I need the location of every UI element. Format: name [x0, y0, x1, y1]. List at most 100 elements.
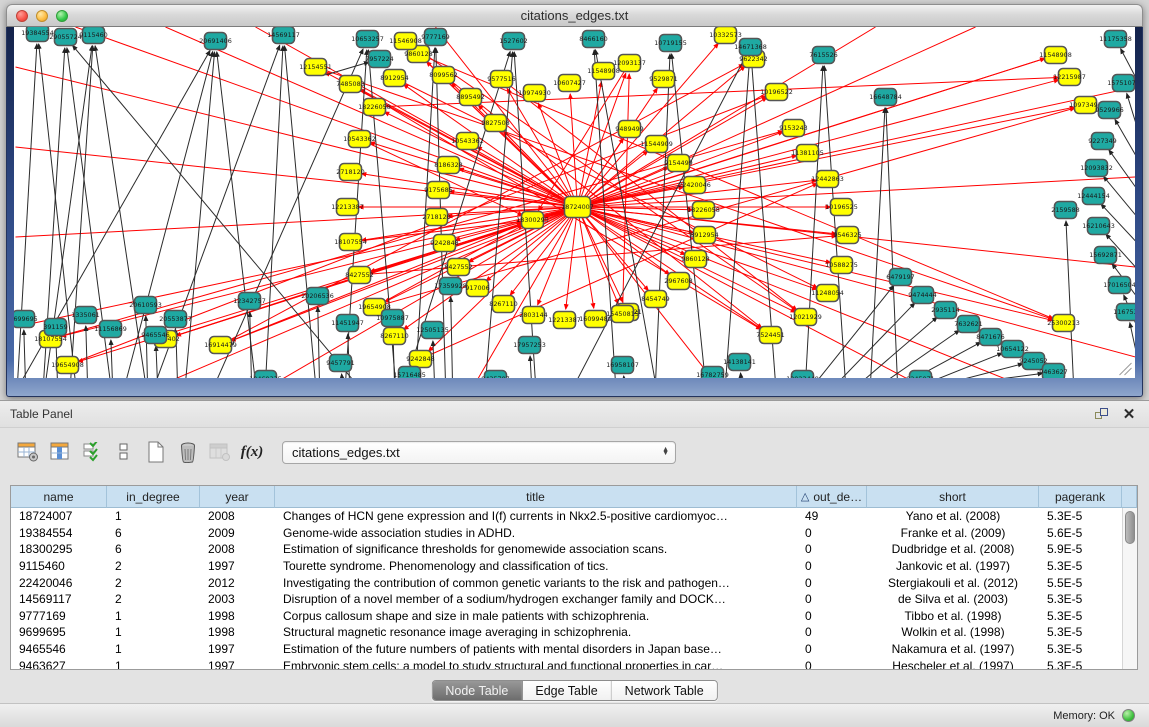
graph-node[interactable]: 14569117 — [267, 27, 300, 44]
graph-node-selected[interactable]: 8454749 — [641, 291, 669, 308]
network-window-titlebar[interactable]: citations_edges.txt — [6, 4, 1143, 27]
cell-title[interactable]: Corpus callosum shape and size in male p… — [275, 608, 797, 625]
cell-pagerank[interactable]: 5.3E-5 — [1039, 641, 1122, 658]
cell-title[interactable]: Disruption of a novel member of a sodium… — [275, 591, 797, 608]
unselect-all-columns-button[interactable] — [108, 437, 140, 467]
graph-node[interactable]: 20206536 — [301, 288, 334, 305]
cell-year[interactable]: 2012 — [200, 574, 275, 591]
graph-node[interactable]: 17016504 — [1103, 277, 1135, 294]
memory-status-icon[interactable] — [1122, 709, 1135, 722]
column-header-name[interactable]: name — [11, 486, 107, 508]
cell-title[interactable]: Embryonic stem cells: a model to study s… — [275, 657, 797, 670]
graph-node[interactable]: 9463627 — [1039, 364, 1067, 379]
cell-year[interactable]: 1997 — [200, 558, 275, 575]
cell-year[interactable]: 2008 — [200, 541, 275, 558]
graph-node-selected[interactable]: 15450815 — [606, 306, 639, 323]
graph-node-selected[interactable]: 9860128 — [681, 251, 709, 268]
column-header-out_de[interactable]: △out_de… — [797, 486, 867, 508]
graph-node[interactable]: 20553877 — [159, 311, 192, 328]
cell-title[interactable]: Estimation of the future numbers of pati… — [275, 641, 797, 658]
cell-pagerank[interactable]: 5.3E-5 — [1039, 624, 1122, 641]
graph-node-selected[interactable]: 12021929 — [789, 309, 822, 326]
cell-out_de[interactable]: 49 — [797, 508, 867, 525]
table-header-row[interactable]: namein_degreeyeartitle△out_de…shortpager… — [11, 486, 1137, 508]
graph-node[interactable]: 11175358 — [1099, 31, 1132, 48]
graph-node[interactable]: 391159 — [43, 319, 67, 336]
graph-node-selected[interactable]: 25300213 — [1047, 315, 1080, 332]
graph-node[interactable]: 11451947 — [331, 315, 364, 332]
cell-title[interactable]: Estimation of significance thresholds fo… — [275, 541, 797, 558]
graph-node[interactable]: 29055724 — [49, 29, 82, 46]
graph-node-selected[interactable]: 11548908 — [1039, 47, 1072, 64]
graph-node-selected[interactable]: 18724007 — [561, 197, 594, 218]
cell-title[interactable]: Structural magnetic resonance image aver… — [275, 624, 797, 641]
graph-node[interactable]: 15751074 — [1107, 75, 1135, 92]
graph-node[interactable]: 7632621 — [954, 316, 982, 333]
cell-in_degree[interactable]: 2 — [107, 558, 200, 575]
graph-node[interactable]: 2935114 — [931, 302, 959, 319]
graph-node-selected[interactable]: 12154551 — [299, 59, 332, 76]
network-canvas[interactable]: 1872400718300295982750810543362818632891… — [14, 27, 1135, 378]
cell-year[interactable]: 2003 — [200, 591, 275, 608]
graph-node[interactable]: 2159588 — [1051, 202, 1079, 219]
cell-year[interactable]: 2008 — [200, 508, 275, 525]
cell-title[interactable]: Tourette syndrome. Phenomenology and cla… — [275, 558, 797, 575]
table-row[interactable]: 2242004622012Investigating the contribut… — [11, 574, 1137, 591]
cell-name[interactable]: 9115460 — [11, 558, 107, 575]
cell-pagerank[interactable]: 5.3E-5 — [1039, 657, 1122, 670]
table-row[interactable]: 977716911998Corpus callosum shape and si… — [11, 608, 1137, 625]
cell-in_degree[interactable]: 1 — [107, 608, 200, 625]
table-row[interactable]: 969969511998Structural magnetic resonanc… — [11, 624, 1137, 641]
tab-edge-table[interactable]: Edge Table — [522, 681, 611, 700]
graph-node-selected[interactable]: 11546908 — [389, 33, 422, 50]
graph-node-selected[interactable]: 18226058 — [687, 202, 720, 219]
graph-node[interactable]: 9115460 — [79, 27, 107, 44]
cell-short[interactable]: Jankovic et al. (1997) — [867, 558, 1039, 575]
table-row[interactable]: 911546021997Tourette syndrome. Phenomeno… — [11, 558, 1137, 575]
graph-node[interactable]: 10653257 — [351, 31, 384, 48]
cell-in_degree[interactable]: 1 — [107, 657, 200, 670]
graph-node-selected[interactable]: 7524451 — [756, 327, 784, 344]
graph-node-selected[interactable]: 10196525 — [825, 199, 858, 216]
cell-pagerank[interactable]: 5.9E-5 — [1039, 541, 1122, 558]
graph-node[interactable]: 1527602 — [499, 33, 527, 50]
graph-node[interactable]: 9227349 — [1088, 133, 1116, 150]
graph-node[interactable]: 16782759 — [696, 367, 729, 379]
tab-node-table[interactable]: Node Table — [432, 681, 522, 700]
tab-network-table[interactable]: Network Table — [612, 681, 717, 700]
graph-node-selected[interactable]: 11248054 — [811, 285, 844, 302]
graph-node-selected[interactable]: 2718120 — [422, 209, 450, 226]
cell-name[interactable]: 9463627 — [11, 657, 107, 670]
graph-node[interactable]: 7957224 — [365, 51, 393, 68]
cell-pagerank[interactable]: 5.6E-5 — [1039, 525, 1122, 542]
graph-node[interactable]: 9465546 — [141, 327, 169, 344]
graph-node-selected[interactable]: 18107554 — [334, 234, 367, 251]
graph-node-selected[interactable]: 12213387 — [331, 199, 364, 216]
graph-node[interactable]: 9777169 — [421, 29, 449, 46]
cell-short[interactable]: Hescheler et al. (1997) — [867, 657, 1039, 670]
cell-in_degree[interactable]: 2 — [107, 574, 200, 591]
table-mode-button[interactable] — [12, 437, 44, 467]
cell-in_degree[interactable]: 6 — [107, 525, 200, 542]
cell-in_degree[interactable]: 6 — [107, 541, 200, 558]
cell-pagerank[interactable]: 5.3E-5 — [1039, 591, 1122, 608]
table-row[interactable]: 946554611997Estimation of the future num… — [11, 641, 1137, 658]
cell-out_de[interactable]: 0 — [797, 624, 867, 641]
cell-out_de[interactable]: 0 — [797, 641, 867, 658]
cell-name[interactable]: 9465546 — [11, 641, 107, 658]
graph-node-selected[interactable]: 10974930 — [518, 85, 551, 102]
graph-node-selected[interactable]: 8895492 — [456, 89, 484, 106]
table-chooser-dropdown[interactable]: citations_edges.txt ▲▼ — [282, 441, 676, 464]
cell-short[interactable]: Franke et al. (2009) — [867, 525, 1039, 542]
graph-node-selected[interactable]: 10543362 — [451, 133, 484, 150]
cell-in_degree[interactable]: 1 — [107, 624, 200, 641]
graph-node-selected[interactable]: 9489499 — [615, 121, 643, 138]
cell-name[interactable]: 19384554 — [11, 525, 107, 542]
scrollbar-thumb[interactable] — [1125, 511, 1135, 544]
graph-node[interactable]: 12923448 — [786, 371, 819, 379]
graph-node[interactable]: 17359928 — [434, 278, 467, 295]
cell-year[interactable]: 1998 — [200, 624, 275, 641]
graph-node-selected[interactable]: 18300295 — [516, 212, 549, 229]
function-builder-button[interactable]: f(x) — [236, 437, 268, 467]
graph-node-selected[interactable]: 12213387 — [548, 312, 581, 329]
